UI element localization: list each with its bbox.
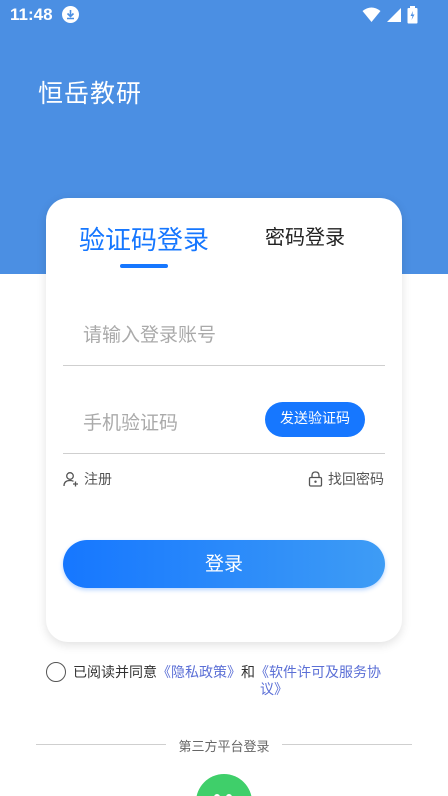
login-button[interactable]: 登录 bbox=[63, 540, 385, 588]
agreement-prefix: 已阅读并同意 bbox=[73, 665, 157, 681]
privacy-policy-link[interactable]: 《隐私政策》 bbox=[157, 665, 241, 681]
user-add-icon bbox=[63, 472, 78, 487]
register-link[interactable]: 注册 bbox=[63, 469, 112, 489]
battery-icon bbox=[407, 6, 418, 24]
wifi-icon bbox=[362, 7, 381, 22]
tab-sms-login[interactable]: 验证码登录 bbox=[79, 220, 209, 257]
login-card: 验证码登录 密码登录 请输入登录账号 手机验证码 发送验证码 注册 找回密码 登… bbox=[46, 198, 402, 642]
forgot-password-link[interactable]: 找回密码 bbox=[308, 469, 384, 489]
send-code-button[interactable]: 发送验证码 bbox=[265, 402, 365, 437]
divider-line-right bbox=[282, 744, 412, 745]
register-label: 注册 bbox=[84, 472, 112, 488]
third-party-label: 第三方平台登录 bbox=[178, 740, 270, 755]
agreement-text: 已阅读并同意《隐私政策》和《软件许可及服务协 议》 bbox=[73, 665, 393, 699]
wechat-login-button[interactable] bbox=[196, 774, 252, 796]
status-bar: 11:48 bbox=[0, 0, 448, 32]
software-license-link-cont[interactable]: 议》 bbox=[73, 682, 393, 699]
agreement-checkbox[interactable] bbox=[46, 662, 66, 682]
verification-code-field[interactable]: 手机验证码 发送验证码 bbox=[63, 394, 385, 454]
account-input[interactable]: 请输入登录账号 bbox=[83, 320, 216, 347]
tab-password-login[interactable]: 密码登录 bbox=[265, 221, 345, 250]
signal-icon bbox=[387, 8, 401, 22]
download-icon bbox=[62, 6, 79, 23]
account-field[interactable]: 请输入登录账号 bbox=[63, 306, 385, 366]
code-input[interactable]: 手机验证码 bbox=[83, 408, 178, 435]
third-party-divider: 第三方平台登录 bbox=[36, 736, 412, 755]
app-title: 恒岳教研 bbox=[38, 79, 143, 108]
software-license-link[interactable]: 《软件许可及服务协 bbox=[255, 665, 381, 681]
status-time: 11:48 bbox=[10, 5, 53, 24]
active-tab-indicator bbox=[120, 264, 168, 268]
lock-icon bbox=[308, 471, 323, 487]
agreement-connector: 和 bbox=[241, 665, 255, 681]
status-icons bbox=[362, 6, 418, 24]
forgot-password-label: 找回密码 bbox=[328, 472, 384, 488]
